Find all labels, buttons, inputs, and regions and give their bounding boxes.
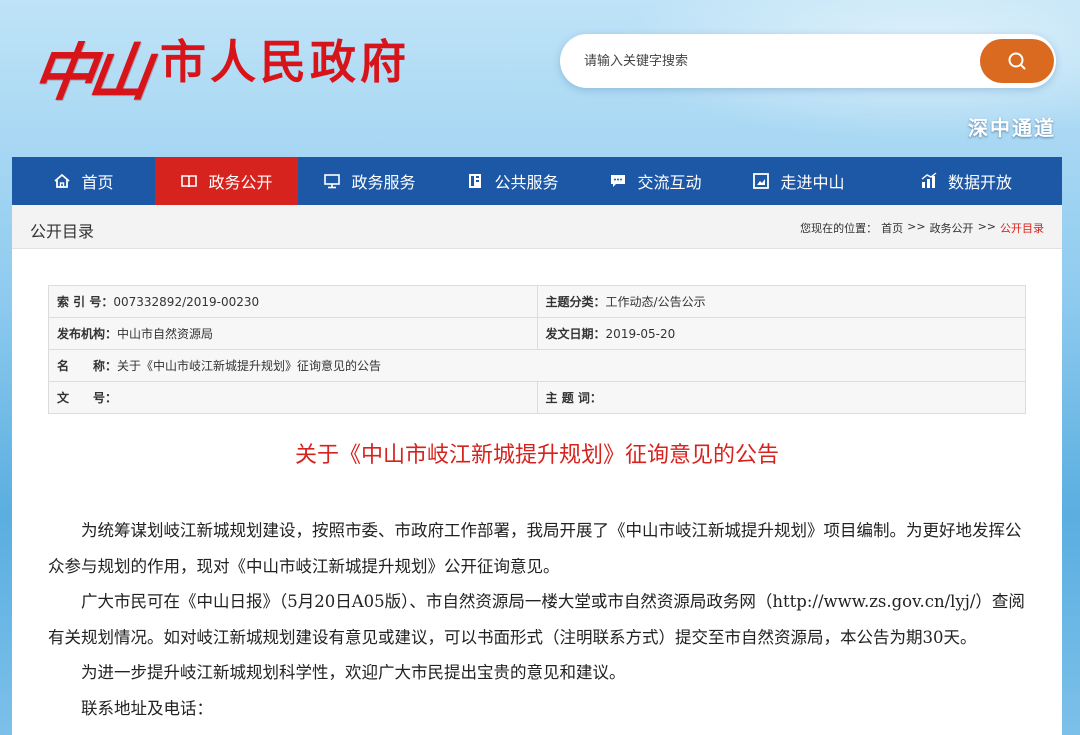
nav-about-zhongshan[interactable]: 走进中山: [727, 157, 870, 205]
section-bar: 公开目录 您现在的位置： 首页 >> 政务公开 >> 公开目录: [12, 205, 1062, 249]
meta-cell: 索 引 号：007332892/2019-00230: [48, 285, 538, 318]
nav-label: 公共服务: [494, 173, 559, 192]
breadcrumb-separator: >>: [907, 220, 926, 233]
meta-key: 索 引 号：: [57, 295, 114, 309]
nav-label: 首页: [81, 173, 114, 192]
article-body: 为统筹谋划岐江新城规划建设，按照市委、市政府工作部署，我局开展了《中山市岐江新城…: [48, 513, 1028, 726]
nav-label: 政务公开: [208, 173, 273, 192]
meta-cell: 发布机构：中山市自然资源局: [48, 317, 538, 350]
document-icon: [469, 174, 482, 188]
nav-public-services[interactable]: 公共服务: [441, 157, 584, 205]
meta-value: 2019-05-20: [605, 327, 676, 341]
meta-key: 主 题 词：: [545, 391, 602, 405]
meta-value: 中山市自然资源局: [117, 327, 214, 341]
article-paragraph: 为统筹谋划岐江新城规划建设，按照市委、市政府工作部署，我局开展了《中山市岐江新城…: [48, 521, 1022, 576]
meta-key: 主题分类：: [545, 295, 606, 309]
meta-cell: 名 称：关于《中山市岐江新城提升规划》征询意见的公告: [48, 349, 1026, 382]
site-logo[interactable]: 中山 市人民政府: [28, 22, 411, 112]
breadcrumb-current[interactable]: 公开目录: [1000, 220, 1044, 236]
nav-gov-services[interactable]: 政务服务: [298, 157, 441, 205]
meta-cell: 主 题 词：: [536, 381, 1027, 414]
nav-label: 数据开放: [947, 173, 1012, 192]
meta-value: 工作动态/公告公示: [605, 295, 706, 309]
table-row: 发布机构：中山市自然资源局 发文日期：2019-05-20: [48, 317, 1027, 350]
meta-key: 发布机构：: [57, 327, 118, 341]
book-icon: [181, 175, 198, 188]
meta-key: 名 称：: [57, 359, 118, 373]
monitor-icon: [324, 174, 341, 189]
table-row: 文 号： 主 题 词：: [48, 381, 1027, 414]
article-title: 关于《中山市岐江新城提升规划》征询意见的公告: [294, 443, 779, 468]
breadcrumb-label: 您现在的位置：: [800, 222, 878, 235]
article-paragraph: 为进一步提升岐江新城规划科学性，欢迎广大市民提出宝贵的意见和建议。: [81, 663, 626, 682]
meta-key: 发文日期：: [545, 327, 606, 341]
site-header: 中山 市人民政府 深中通道: [0, 0, 1080, 157]
meta-value: 关于《中山市岐江新城提升规划》征询意见的公告: [117, 359, 382, 373]
search-button[interactable]: [980, 39, 1054, 83]
nav-open-data[interactable]: 数据开放: [870, 157, 1062, 205]
meta-cell: 主题分类：工作动态/公告公示: [536, 285, 1027, 318]
breadcrumb-home[interactable]: 首页: [881, 220, 903, 236]
meta-key: 文 号：: [57, 391, 118, 405]
table-row: 索 引 号：007332892/2019-00230 主题分类：工作动态/公告公…: [48, 285, 1027, 318]
nav-gov-affairs[interactable]: 政务公开: [155, 157, 298, 205]
main-nav: 首页 政务公开 政务服务 公共服务 交流互动 走进中山 数据开放: [12, 157, 1062, 205]
meta-cell: 文 号：: [48, 381, 538, 414]
logo-city-text: 中山: [28, 36, 151, 109]
article-paragraph: 联系地址及电话：: [81, 698, 213, 718]
shenzhong-channel-link[interactable]: 深中通道: [968, 112, 1056, 141]
document-meta-table: 索 引 号：007332892/2019-00230 主题分类：工作动态/公告公…: [48, 285, 1027, 414]
nav-interaction[interactable]: 交流互动: [584, 157, 727, 205]
bar-chart-icon: [921, 172, 937, 188]
meta-value: 007332892/2019-00230: [113, 295, 260, 309]
breadcrumb-gov-affairs[interactable]: 政务公开: [930, 220, 974, 236]
breadcrumb-separator: >>: [977, 220, 996, 233]
chat-icon: [611, 175, 626, 187]
home-icon: [54, 173, 71, 188]
search-icon: [1008, 52, 1026, 70]
breadcrumb: 您现在的位置： 首页 >> 政务公开 >> 公开目录: [800, 220, 1044, 236]
nav-label: 走进中山: [780, 173, 845, 192]
table-row: 名 称：关于《中山市岐江新城提升规划》征询意见的公告: [48, 349, 1026, 382]
nav-label: 交流互动: [637, 173, 702, 192]
section-title: 公开目录: [30, 222, 95, 241]
article-paragraph: 广大市民可在《中山日报》（5月20日A05版）、市自然资源局一楼大堂或市自然资源…: [48, 592, 1025, 647]
content-panel: 公开目录 您现在的位置： 首页 >> 政务公开 >> 公开目录 索 引 号：00…: [12, 205, 1062, 735]
search-input[interactable]: [584, 48, 964, 74]
logo-government-text: 市人民政府: [160, 35, 411, 89]
search-box: [560, 34, 1056, 88]
nav-home[interactable]: 首页: [12, 157, 155, 205]
picture-icon: [753, 173, 770, 189]
meta-cell: 发文日期：2019-05-20: [536, 317, 1027, 350]
nav-label: 政务服务: [351, 173, 416, 192]
